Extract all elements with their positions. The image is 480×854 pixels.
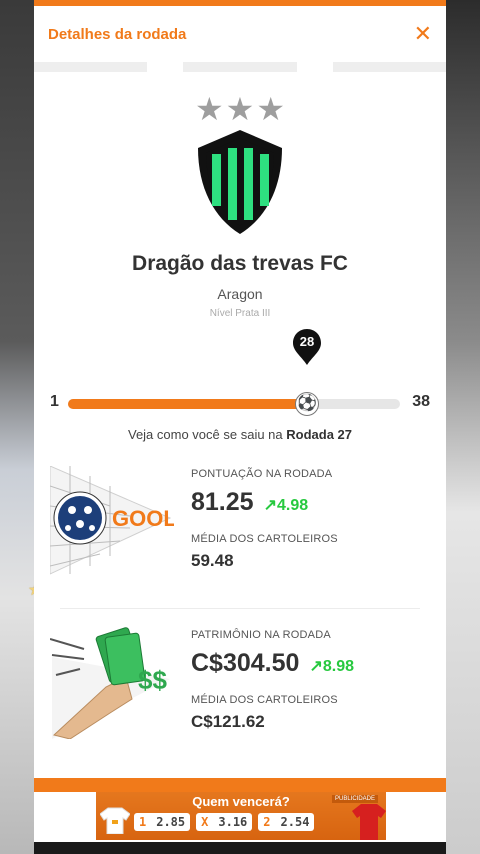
- patrimony-section: $$ PATRIMÔNIO NA RODADA C$304.50 ↗8.98 M…: [34, 619, 446, 769]
- map-pin-icon: 28: [293, 329, 322, 365]
- soccer-net-icon: GOOL: [50, 466, 174, 575]
- score-average-value: 59.48: [191, 551, 234, 570]
- odd-value: 2.54: [280, 815, 310, 829]
- patrimony-row: C$304.50 ↗8.98: [191, 649, 354, 678]
- odd-key: 1: [139, 815, 147, 829]
- money-hand-icon: $$: [50, 627, 170, 739]
- odd-value: 3.16: [218, 815, 248, 829]
- odd-key: 2: [263, 815, 271, 829]
- bottom-accent-bar: [34, 778, 446, 792]
- star-icon: ★: [225, 91, 255, 127]
- progress-fill: [68, 399, 308, 409]
- score-average-label: MÉDIA DOS CARTOLEIROS: [191, 533, 338, 545]
- page-title: Detalhes da rodada: [48, 25, 187, 43]
- ad-banner[interactable]: Quem vencerá? PUBLICIDADE 1 2.85 X 3.16 22…: [34, 792, 446, 842]
- title-stars: ★★★: [34, 90, 446, 128]
- tab-strip: [34, 62, 446, 72]
- star-icon: ★: [256, 91, 286, 127]
- team-name: Dragão das trevas FC: [132, 252, 348, 275]
- home-shirt-icon: [100, 807, 130, 834]
- ad-content[interactable]: Quem vencerá? PUBLICIDADE 1 2.85 X 3.16 22…: [96, 792, 386, 840]
- odd-key: X: [201, 815, 209, 829]
- tab-placeholder: [34, 62, 148, 72]
- team-level: Nível Prata III: [209, 308, 271, 319]
- arrow-up-icon: ↗: [263, 497, 277, 514]
- progress-min: 1: [50, 393, 59, 410]
- team-owner: Aragon: [217, 286, 263, 302]
- goal-label: GOOL: [112, 506, 174, 531]
- score-text: PONTUAÇÃO NA RODADA 81.25 ↗4.98 MÉDIA DO…: [191, 468, 338, 571]
- progress-track: ⚽: [68, 392, 400, 416]
- patrimony-average-value: C$121.62: [191, 712, 265, 731]
- shield-icon: [198, 130, 282, 234]
- patrimony-text: PATRIMÔNIO NA RODADA C$304.50 ↗8.98 MÉDI…: [191, 629, 354, 732]
- odd-home-button[interactable]: 1 2.85: [134, 813, 191, 831]
- arrow-up-icon: ↗: [309, 658, 323, 675]
- team-crest-area: ★★★: [34, 72, 446, 242]
- round-note-round: Rodada 27: [286, 427, 353, 442]
- soccer-ball-icon: ⚽: [295, 392, 320, 416]
- score-value: 81.25: [191, 488, 254, 516]
- patrimony-average-label: MÉDIA DOS CARTOLEIROS: [191, 694, 338, 706]
- round-details-sheet: Detalhes da rodada ✕ ★★★ Dragão das trev…: [34, 0, 446, 854]
- odd-away-button[interactable]: 2 2.54: [258, 813, 315, 831]
- score-section: GOOL PONTUAÇÃO NA RODADA 81.25 ↗4.98 MÉD…: [34, 458, 446, 608]
- away-shirt-icon: [352, 804, 386, 840]
- sheet-header: Detalhes da rodada ✕: [34, 6, 446, 62]
- score-row: 81.25 ↗4.98: [191, 488, 338, 517]
- section-divider: [60, 608, 420, 609]
- round-note: Veja como você se saiu na Rodada 27: [34, 427, 446, 442]
- odd-value: 2.85: [156, 815, 186, 829]
- season-progress: 1 ⚽ 28 38: [34, 329, 446, 425]
- score-delta-value: 4.98: [276, 497, 309, 514]
- current-round-number: 28: [299, 334, 315, 349]
- money-label: $$: [138, 665, 167, 695]
- score-label: PONTUAÇÃO NA RODADA: [191, 468, 333, 480]
- patrimony-label: PATRIMÔNIO NA RODADA: [191, 629, 331, 641]
- star-icon: ★: [194, 91, 224, 127]
- system-nav-bar: [34, 842, 446, 854]
- odds-row: 1 2.85 X 3.16 2 2.54: [134, 813, 315, 831]
- round-note-prefix: Veja como você se saiu na: [127, 427, 283, 442]
- score-delta: ↗4.98: [264, 495, 309, 515]
- tab-placeholder: [183, 62, 297, 72]
- close-icon[interactable]: ✕: [414, 23, 432, 45]
- background-left: [0, 0, 34, 854]
- background-right: [446, 0, 480, 854]
- patrimony-delta: ↗8.98: [309, 656, 354, 676]
- patrimony-value: C$304.50: [191, 649, 300, 677]
- progress-max: 38: [412, 393, 430, 410]
- tab-placeholder: [332, 62, 446, 72]
- patrimony-delta-value: 8.98: [322, 658, 354, 675]
- odd-draw-button[interactable]: X 3.16: [196, 813, 253, 831]
